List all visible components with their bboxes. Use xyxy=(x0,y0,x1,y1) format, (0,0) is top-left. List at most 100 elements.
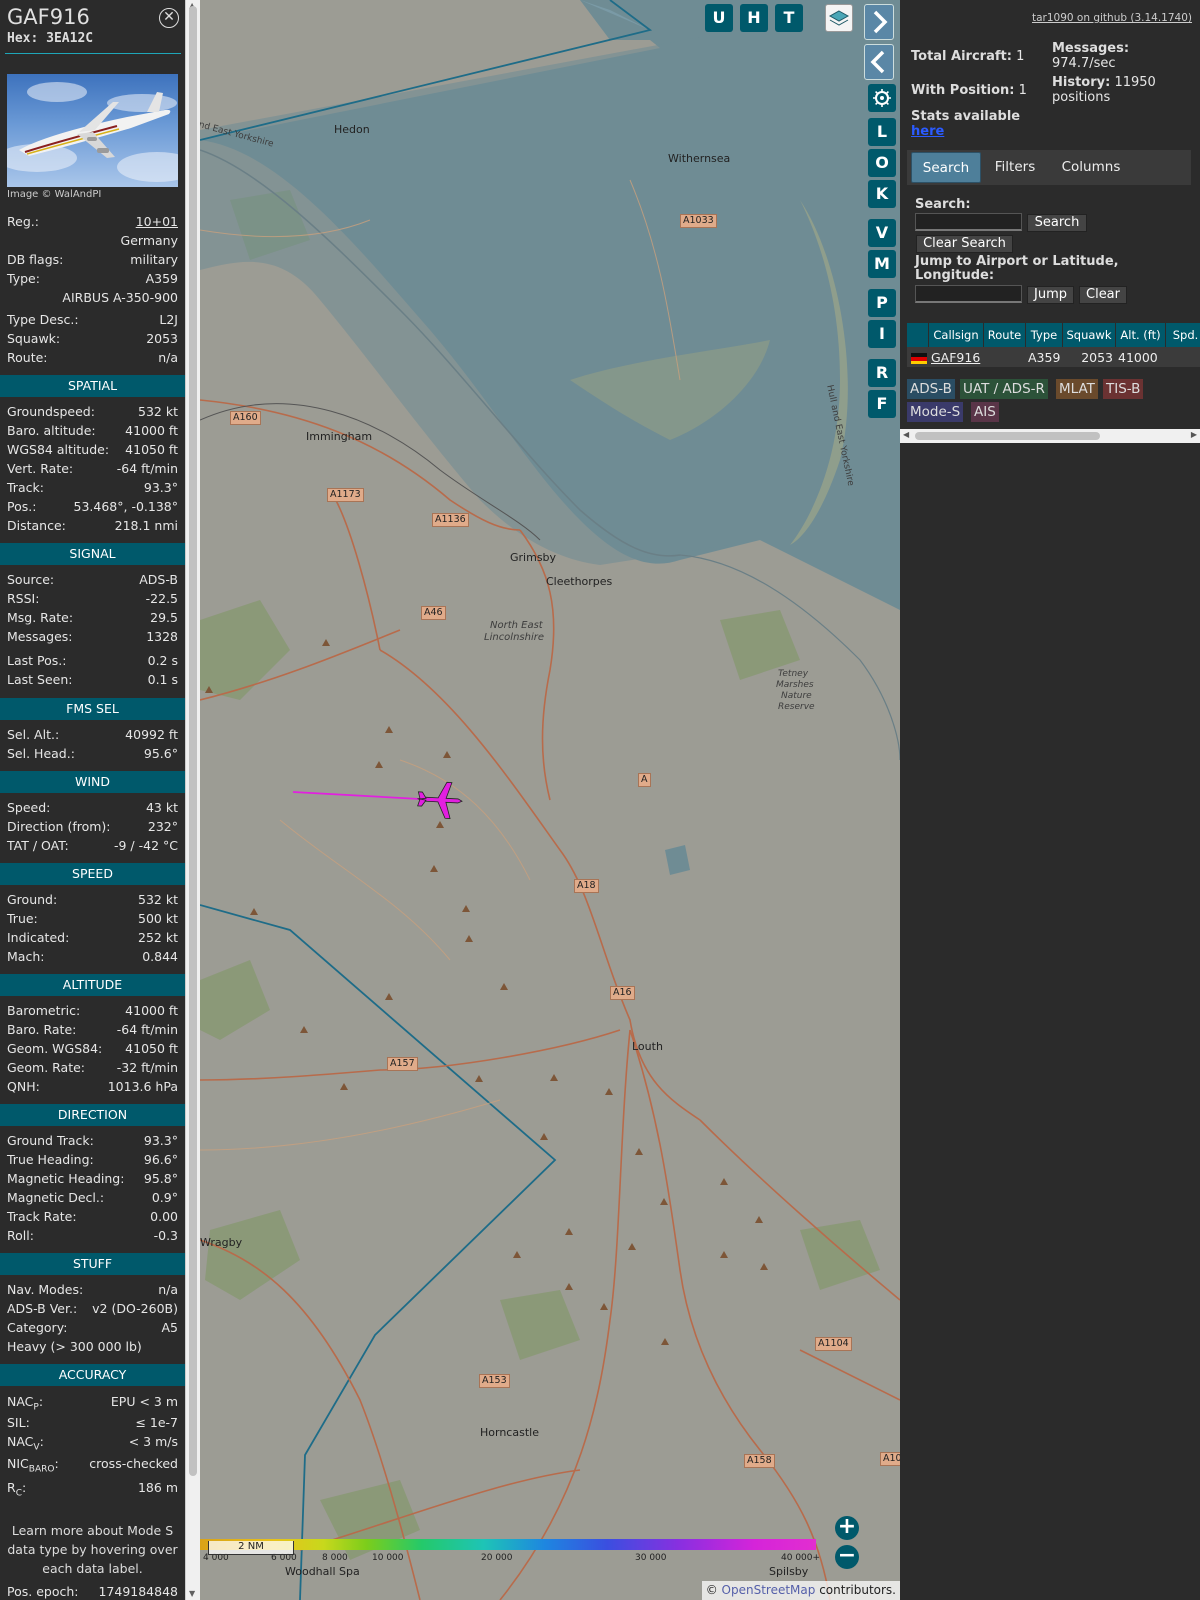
scrollbar-thumb[interactable] xyxy=(915,432,1100,440)
type-full-value: AIRBUS A-350-900 xyxy=(62,290,178,305)
spatial-row: Distance: 218.1 nmi xyxy=(7,518,178,536)
history-unit: positions xyxy=(1052,90,1111,105)
wind-row: Direction (from): 232° xyxy=(7,819,178,837)
road-label: A158 xyxy=(744,1454,775,1468)
direction-label: Magnetic Decl.: xyxy=(7,1190,105,1205)
spatial-label: Pos.: xyxy=(7,499,37,514)
altitude-label: Geom. Rate: xyxy=(7,1060,86,1075)
signal-row: Last Pos.: 0.2 s xyxy=(7,653,178,671)
stuff-value: A5 xyxy=(161,1320,178,1335)
db-flags-row: DB flags: military xyxy=(7,252,178,270)
total-aircraft-label: Total Aircraft: xyxy=(911,49,1012,64)
direction-value: 93.3° xyxy=(143,1133,178,1148)
map-button-r[interactable]: R xyxy=(868,359,896,387)
scroll-right-icon[interactable]: ▶ xyxy=(1191,430,1197,439)
collapse-left-icon[interactable] xyxy=(864,44,894,80)
search-input[interactable] xyxy=(915,213,1022,231)
section-speed: SPEED xyxy=(0,863,185,885)
jump-input[interactable] xyxy=(915,285,1022,303)
table-horizontal-scrollbar[interactable]: ◀ ▶ xyxy=(900,429,1200,443)
stats-here-link[interactable]: here xyxy=(911,124,944,139)
nacp-row: NACP: EPU < 3 m xyxy=(7,1394,178,1413)
road-label: A160 xyxy=(230,411,261,425)
osm-link[interactable]: OpenStreetMap xyxy=(722,1583,816,1597)
speed-value: 0.844 xyxy=(142,949,178,964)
scroll-down-icon[interactable]: ▼ xyxy=(189,1589,195,1598)
signal-label: Last Pos.: xyxy=(7,653,67,668)
layers-icon[interactable] xyxy=(825,4,853,32)
scrollbar-thumb[interactable] xyxy=(189,6,197,1476)
tab-filters[interactable]: Filters xyxy=(984,152,1046,183)
signal-label: Source: xyxy=(7,572,55,587)
direction-row: Magnetic Heading: 95.8° xyxy=(7,1171,178,1189)
clear-button[interactable]: Clear xyxy=(1079,286,1127,304)
version-link[interactable]: tar1090 on github (3.14.1740) xyxy=(1032,12,1192,24)
pos-epoch-row: Pos. epoch: 1749184848 xyxy=(7,1584,178,1600)
settings-gear-icon[interactable] xyxy=(868,84,896,112)
map-attribution: © OpenStreetMap contributors. xyxy=(701,1581,900,1600)
map-view[interactable]: Hedon Withernsea Immingham Grimsby Cleet… xyxy=(200,0,900,1600)
road-label: A16 xyxy=(610,986,635,1000)
section-direction: DIRECTION xyxy=(0,1104,185,1126)
map-button-u[interactable]: U xyxy=(705,4,733,32)
place-label: North East xyxy=(490,620,543,631)
map-button-p[interactable]: P xyxy=(868,289,896,317)
table-header-callsign[interactable]: Callsign xyxy=(929,323,984,347)
rc-label-text: R xyxy=(7,1480,16,1495)
search-button[interactable]: Search xyxy=(1027,214,1087,232)
label-colon: : xyxy=(54,1456,59,1471)
map-button-m[interactable]: M xyxy=(868,250,896,278)
map-button-h[interactable]: H xyxy=(740,4,768,32)
direction-label: Ground Track: xyxy=(7,1133,94,1148)
place-label: Immingham xyxy=(306,430,373,443)
map-button-f[interactable]: F xyxy=(868,390,896,418)
nacp-label: NACP: xyxy=(7,1394,43,1413)
spatial-value: 93.3° xyxy=(143,480,178,495)
cell-callsign[interactable]: GAF916 xyxy=(931,349,980,367)
aircraft-photo[interactable] xyxy=(7,74,178,187)
sidebar-scrollbar[interactable]: ▲ ▼ xyxy=(185,0,200,1600)
label-colon: : xyxy=(21,1480,27,1495)
route-value: n/a xyxy=(158,350,178,365)
rc-label: RC: xyxy=(7,1480,26,1499)
nacp-label-text: NAC xyxy=(7,1394,34,1409)
stats-available: Stats available here xyxy=(911,109,1020,139)
zoom-out-button[interactable]: − xyxy=(835,1545,859,1569)
table-header-alt[interactable]: Alt. (ft) xyxy=(1116,323,1166,347)
reg-link[interactable]: 10+01 xyxy=(136,214,178,229)
source-badge-mlat: MLAT xyxy=(1056,379,1098,399)
spatial-label: Track: xyxy=(7,480,44,495)
table-header-type[interactable]: Type xyxy=(1026,323,1063,347)
altitude-legend-label: 40 000+ xyxy=(781,1553,821,1563)
messages-value: 974.7/sec xyxy=(1052,56,1116,71)
table-header-squawk[interactable]: Squawk xyxy=(1063,323,1116,347)
spatial-label: Distance: xyxy=(7,518,66,533)
close-icon[interactable]: ✕ xyxy=(159,8,179,28)
map-button-v[interactable]: V xyxy=(868,219,896,247)
map-button-i[interactable]: I xyxy=(868,320,896,348)
place-label: Tetney xyxy=(778,669,809,679)
type-desc-value: L2J xyxy=(159,312,178,327)
tab-search[interactable]: Search xyxy=(911,152,981,183)
expand-right-icon[interactable] xyxy=(864,4,894,40)
clear-search-button[interactable]: Clear Search xyxy=(916,235,1013,253)
jump-button[interactable]: Jump xyxy=(1027,286,1074,304)
table-header-route[interactable]: Route xyxy=(984,323,1026,347)
table-header-speed[interactable]: Spd. xyxy=(1166,323,1200,347)
map-button-l[interactable]: L xyxy=(868,118,896,146)
tab-columns[interactable]: Columns xyxy=(1049,152,1133,183)
wind-row: TAT / OAT: -9 / -42 °C xyxy=(7,838,178,856)
signal-label: RSSI: xyxy=(7,591,40,606)
map-button-k[interactable]: K xyxy=(868,180,896,208)
map-button-o[interactable]: O xyxy=(868,149,896,177)
map-button-t[interactable]: T xyxy=(775,4,803,32)
signal-value: 1328 xyxy=(146,629,178,644)
section-stuff: STUFF xyxy=(0,1253,185,1275)
db-flags-label: DB flags: xyxy=(7,252,64,267)
road-label: A1173 xyxy=(327,488,364,502)
zoom-in-button[interactable]: + xyxy=(835,1516,859,1540)
label-colon: : xyxy=(38,1394,44,1409)
scroll-left-icon[interactable]: ◀ xyxy=(903,430,909,439)
aircraft-list-panel: tar1090 on github (3.14.1740) Total Airc… xyxy=(900,0,1200,1600)
speed-label: Ground: xyxy=(7,892,58,907)
